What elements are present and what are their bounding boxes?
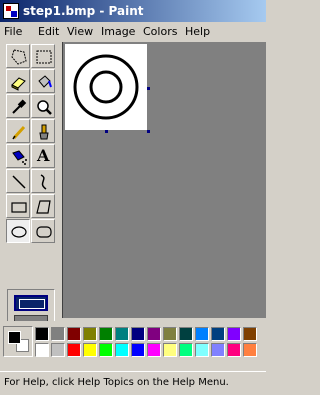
palette-color-swatch[interactable]	[211, 343, 225, 357]
select-tool-button[interactable]	[31, 44, 55, 68]
palette-color-swatch[interactable]	[195, 327, 209, 341]
palette-color-swatch[interactable]	[35, 343, 49, 357]
menu-view[interactable]: View	[67, 25, 93, 38]
title-bar: step1.bmp - Paint	[0, 0, 266, 22]
drawing-canvas[interactable]	[65, 44, 147, 130]
paint-app-icon[interactable]	[3, 3, 19, 19]
fill-style-outline-option[interactable]	[14, 295, 48, 311]
color-box	[0, 321, 266, 369]
palette-color-swatch[interactable]	[99, 343, 113, 357]
eraser-tool-button[interactable]	[6, 69, 30, 93]
status-bar: For Help, click Help Topics on the Help …	[0, 371, 266, 395]
palette-color-swatch[interactable]	[51, 343, 65, 357]
palette-color-swatch[interactable]	[147, 327, 161, 341]
menu-colors[interactable]: Colors	[143, 25, 177, 38]
magnifier-tool-button[interactable]	[31, 94, 55, 118]
palette-color-swatch[interactable]	[83, 327, 97, 341]
palette-color-swatch[interactable]	[195, 343, 209, 357]
toolbox: A	[0, 42, 62, 355]
curve-tool-button[interactable]	[31, 169, 55, 193]
palette-color-swatch[interactable]	[35, 327, 49, 341]
pick-color-tool-button[interactable]	[6, 94, 30, 118]
palette-color-swatch[interactable]	[243, 327, 257, 341]
menu-bar: File Edit View Image Colors Help	[0, 22, 266, 42]
palette-color-swatch[interactable]	[51, 327, 65, 341]
palette-color-swatch[interactable]	[243, 343, 257, 357]
line-tool-button[interactable]	[6, 169, 30, 193]
menu-image[interactable]: Image	[101, 25, 135, 38]
palette-color-swatch[interactable]	[131, 327, 145, 341]
rounded-rectangle-tool-button[interactable]	[31, 219, 55, 243]
palette-color-swatch[interactable]	[67, 327, 81, 341]
fill-with-color-tool-button[interactable]	[31, 69, 55, 93]
menu-help[interactable]: Help	[185, 25, 210, 38]
palette-color-swatch[interactable]	[211, 327, 225, 341]
palette-color-swatch[interactable]	[163, 343, 177, 357]
palette-color-swatch[interactable]	[115, 343, 129, 357]
free-form-select-tool-button[interactable]	[6, 44, 30, 68]
resize-handle-right[interactable]	[147, 87, 150, 90]
polygon-tool-button[interactable]	[31, 194, 55, 218]
palette-color-swatch[interactable]	[99, 327, 113, 341]
palette-color-swatch[interactable]	[163, 327, 177, 341]
brush-tool-button[interactable]	[31, 119, 55, 143]
palette-color-swatch[interactable]	[227, 343, 241, 357]
foreground-color-swatch	[8, 331, 21, 344]
ellipse-tool-button[interactable]	[6, 219, 30, 243]
canvas-area	[62, 42, 266, 318]
concentric-circles-drawing	[73, 54, 139, 120]
palette-color-swatch[interactable]	[227, 327, 241, 341]
palette-color-swatch[interactable]	[179, 343, 193, 357]
airbrush-tool-button[interactable]	[6, 144, 30, 168]
rectangle-tool-button[interactable]	[6, 194, 30, 218]
pencil-tool-button[interactable]	[6, 119, 30, 143]
palette-color-swatch[interactable]	[131, 343, 145, 357]
resize-handle-bottom[interactable]	[105, 130, 108, 133]
text-icon: A	[37, 146, 50, 165]
current-colors	[3, 326, 33, 357]
palette-color-swatch[interactable]	[83, 343, 97, 357]
palette-color-swatch[interactable]	[115, 327, 129, 341]
window-title: step1.bmp - Paint	[23, 4, 144, 18]
status-text: For Help, click Help Topics on the Help …	[4, 377, 229, 388]
menu-file[interactable]: File	[4, 25, 22, 38]
palette-color-swatch[interactable]	[179, 327, 193, 341]
palette-color-swatch[interactable]	[147, 343, 161, 357]
palette-color-swatch[interactable]	[67, 343, 81, 357]
menu-edit[interactable]: Edit	[38, 25, 59, 38]
text-tool-button[interactable]: A	[31, 144, 55, 168]
resize-handle-corner[interactable]	[147, 130, 150, 133]
